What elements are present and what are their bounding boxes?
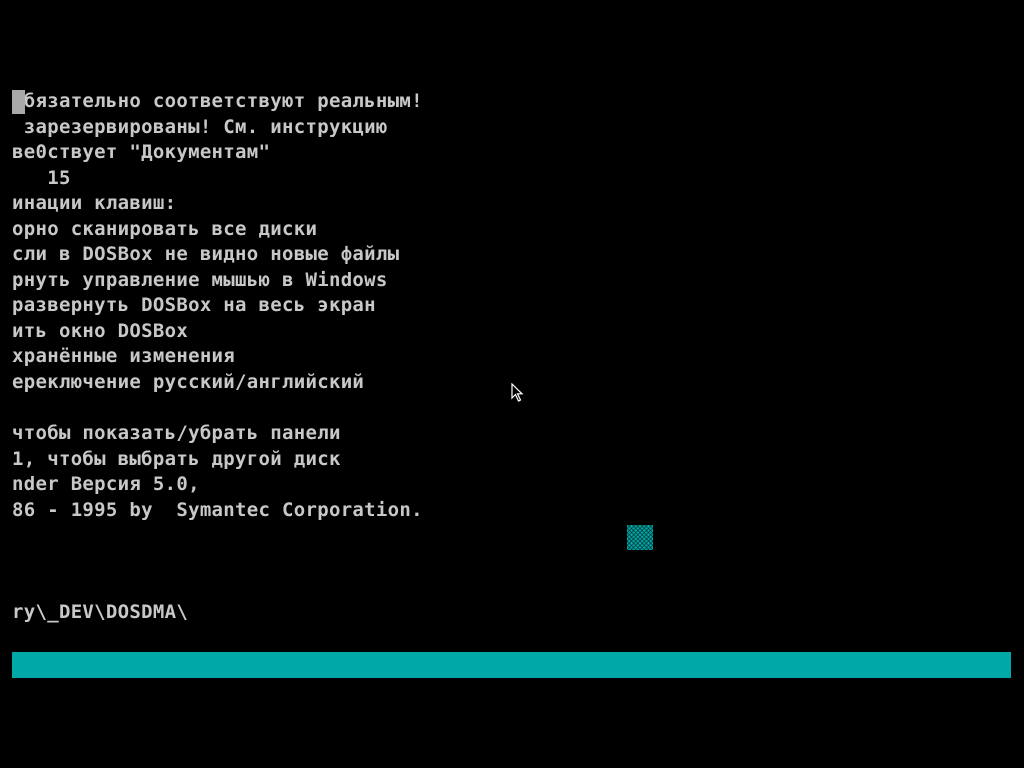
terminal-line: ве0ствует "Документам" (12, 141, 271, 163)
terminal-line: рнуть управление мышью в Windows (12, 269, 388, 291)
shaded-block (627, 525, 653, 550)
terminal-line: чтобы показать/убрать панели (12, 422, 341, 444)
terminal-line: сли в DOSBox не видно новые файлы (12, 243, 400, 265)
terminal-line: nder Версия 5.0, (12, 473, 200, 495)
mouse-pointer-icon (511, 383, 524, 402)
text-cursor (12, 90, 25, 114)
terminal-line: 1, чтобы выбрать другой диск (12, 448, 341, 470)
status-bar[interactable] (12, 652, 1011, 678)
command-prompt[interactable]: ry\_DEV\DOSDMA\ (12, 600, 188, 625)
terminal-line: орно сканировать все диски (12, 218, 318, 240)
terminal-line: зарезервированы! См. инструкцию (12, 116, 388, 138)
terminal-line: инации клавиш: (12, 192, 177, 214)
terminal-line: 15 (12, 167, 71, 189)
dos-screen: обязательно соответствуют реальным! заре… (0, 0, 1024, 768)
terminal-line: обязательно соответствуют реальным! (12, 90, 423, 112)
terminal-line: ить окно DOSBox (12, 320, 189, 342)
terminal-line: ереключение русский/английский (12, 371, 365, 393)
terminal-line: развернуть DOSBox на весь экран (12, 294, 376, 316)
terminal-line: хранённые изменения (12, 345, 236, 367)
terminal-line: 86 - 1995 by Symantec Corporation. (12, 499, 423, 521)
